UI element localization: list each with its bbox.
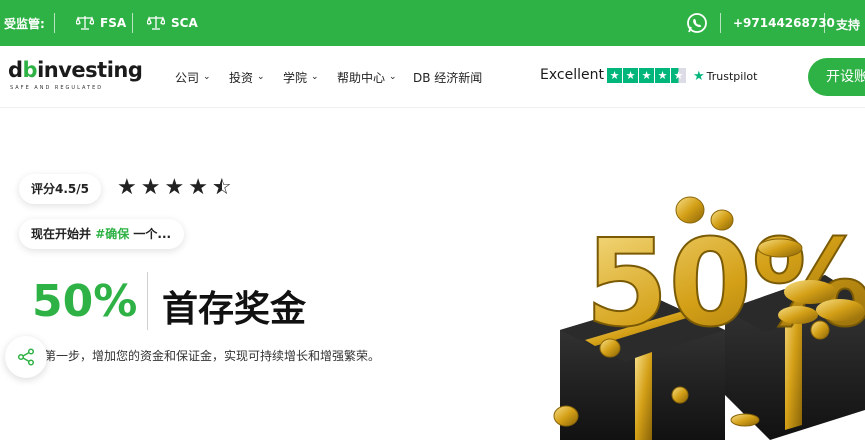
trustpilot-half-star-icon: ★ [671,68,686,83]
regulated-label: 受监管: [4,17,45,31]
nav-item-academy[interactable]: 学院 ⌄ [283,69,319,86]
star-icon: ★ [164,175,185,200]
nav-item-invest[interactable]: 投资 ⌄ [229,69,265,86]
brand-logo[interactable]: dbinvesting SAFE AND REGULATED [8,58,143,98]
topbar-divider [132,13,133,33]
logo-wordmark: dbinvesting [8,58,143,82]
trustpilot-logo[interactable]: ★ Trustpilot [693,69,757,84]
chevron-down-icon: ⌄ [203,71,211,82]
scale-icon [76,16,94,30]
hero-rating-stars: ★ ★ ★ ★ ★ [117,175,232,200]
start-now-badge: 现在开始并 #确保 一个... [19,219,184,249]
open-account-button[interactable]: 开设账 [808,58,865,96]
logo-tagline: SAFE AND REGULATED [10,85,104,91]
chevron-down-icon: ⌄ [257,71,265,82]
share-icon [17,348,35,366]
start-suffix: 一个... [129,227,172,241]
half-star-icon: ★ [212,175,232,200]
hero-subtitle: 第一步，增加您的资金和保证金，实现可持续增长和增强繁荣。 [44,349,381,363]
trustpilot-brand: Trustpilot [706,70,758,83]
trustpilot-star-icon: ★ [607,68,622,83]
nav-item-db-news[interactable]: DB 经济新闻 [413,69,482,86]
regulator-fsa[interactable]: FSA [76,15,126,30]
hero-divider [147,272,148,330]
nav-item-label: 学院 [283,71,308,85]
trustpilot-rating-word: Excellent [540,67,604,83]
share-button[interactable] [5,336,47,378]
phone-number[interactable]: +97144268730 [733,16,835,30]
topbar-divider [54,13,55,33]
regulator-sca[interactable]: SCA [147,15,198,30]
rating-badge: 评分4.5/5 [19,174,101,204]
trustpilot-star-icon: ★ [623,68,638,83]
regulator-label: SCA [171,15,198,30]
bonus-illustration: 50% [553,196,865,440]
support-link[interactable]: 支持 [836,16,860,33]
trustpilot-star-icon: ★ [639,68,654,83]
bonus-percent: 50% [32,276,138,327]
nav-item-label: 投资 [229,71,254,85]
star-icon: ★ [117,175,137,200]
regulator-label: FSA [100,15,127,30]
chevron-down-icon: ⌄ [311,71,319,82]
star-icon: ★ [188,175,208,200]
trustpilot-stars[interactable]: ★ ★ ★ ★ ★ [607,68,686,83]
star-icon: ★ [140,175,161,200]
trustpilot-star-icon: ★ [655,68,670,83]
start-highlight: #确保 [95,227,130,241]
topbar-divider [720,13,721,33]
chevron-down-icon: ⌄ [389,71,397,82]
topbar-divider [824,13,825,33]
nav-item-label: 帮助中心 [337,71,386,85]
nav-item-company[interactable]: 公司 ⌄ [175,69,211,86]
nav-item-label: 公司 [175,71,200,85]
scale-icon [147,16,165,30]
start-prefix: 现在开始并 [31,227,96,241]
whatsapp-icon[interactable] [686,12,708,34]
hero-title: 首存奖金 [162,289,307,330]
regulation-bar: 受监管: FSA SCA +97144268730 支持 [0,0,865,46]
nav-item-help-center[interactable]: 帮助中心 ⌄ [337,69,397,86]
trustpilot-star-icon: ★ [693,69,705,84]
nav-item-label: DB 经济新闻 [413,71,483,85]
